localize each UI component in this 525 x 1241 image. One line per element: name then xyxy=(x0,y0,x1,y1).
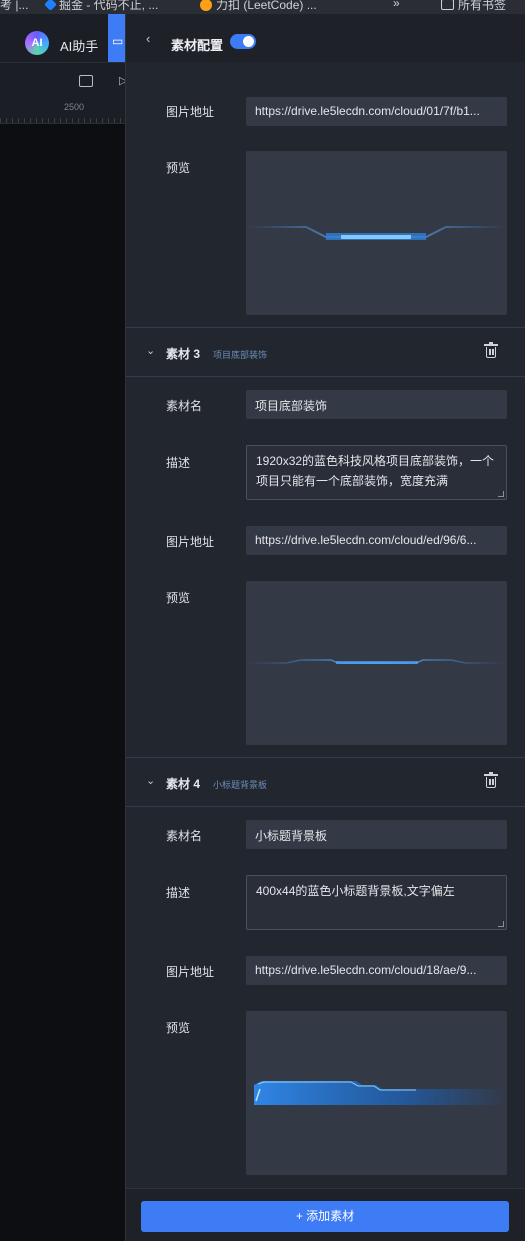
trash-icon[interactable] xyxy=(484,772,498,788)
resize-handle[interactable] xyxy=(498,491,504,497)
subtitle-background-graphic xyxy=(254,1081,507,1105)
desc-textarea[interactable]: 400x44的蓝色小标题背景板,文字偏左 xyxy=(246,875,507,930)
preview-label: 预览 xyxy=(166,1021,191,1035)
preview-label: 预览 xyxy=(166,591,191,605)
material-section-3[interactable]: ⌄ 素材 3 项目底部装饰 xyxy=(126,327,525,377)
name-input[interactable]: 项目底部装饰 xyxy=(246,390,507,419)
enable-toggle[interactable] xyxy=(230,34,256,49)
frame-icon[interactable] xyxy=(79,75,93,87)
material-section-4[interactable]: ⌄ 素材 4 小标题背景板 xyxy=(126,757,525,807)
preview-label: 预览 xyxy=(166,161,191,175)
bookmark-label: 掘金 - 代码不止, ... xyxy=(59,0,159,12)
ruler-label: 2500 xyxy=(64,102,85,112)
desc-textarea[interactable]: 1920x32的蓝色科技风格项目底部装饰，一个项目只能有一个底部装饰，宽度充满 xyxy=(246,445,507,500)
horizontal-ruler xyxy=(0,102,125,124)
section-subtitle: 项目底部装饰 xyxy=(213,350,268,360)
desc-text: 400x44的蓝色小标题背景板,文字偏左 xyxy=(256,884,455,898)
bookmark-label: 力扣 (LeetCode) ... xyxy=(216,0,317,12)
bookmark-juejin[interactable]: 掘金 - 代码不止, ... xyxy=(44,0,159,13)
desc-label: 描述 xyxy=(166,886,191,900)
resize-handle[interactable] xyxy=(498,921,504,927)
bookmarks-bar: 考 |... 掘金 - 代码不止, ... 力扣 (LeetCode) ... … xyxy=(0,0,525,14)
image-url-input[interactable]: https://drive.le5lecdn.com/cloud/ed/96/6… xyxy=(246,526,507,555)
image-url-label: 图片地址 xyxy=(166,535,215,549)
name-label: 素材名 xyxy=(166,829,203,843)
bookmark-all[interactable]: 所有书签 xyxy=(441,0,506,13)
editor-canvas[interactable] xyxy=(0,124,125,1241)
folder-icon xyxy=(441,0,454,10)
app-window: 考 |... 掘金 - 代码不止, ... 力扣 (LeetCode) ... … xyxy=(0,0,525,1241)
preview-image xyxy=(246,151,507,315)
material-config-panel: 图片地址 https://drive.le5lecdn.com/cloud/01… xyxy=(125,14,525,1241)
bookmark-item[interactable]: 考 |... xyxy=(0,0,28,13)
name-input[interactable]: 小标题背景板 xyxy=(246,820,507,849)
bottom-decoration-graphic xyxy=(246,226,507,240)
ai-assistant-icon[interactable]: AI xyxy=(25,31,49,55)
section-title: 素材 4 xyxy=(166,777,201,791)
desc-label: 描述 xyxy=(166,456,191,470)
panel-footer: + 添加素材 xyxy=(126,1188,525,1241)
image-url-input[interactable]: https://drive.le5lecdn.com/cloud/18/ae/9… xyxy=(246,956,507,985)
image-url-label: 图片地址 xyxy=(166,965,215,979)
preview-image xyxy=(246,581,507,745)
editor-toolbar: ▷ xyxy=(0,62,127,102)
back-chevron-icon[interactable]: ‹ xyxy=(146,31,150,46)
app-header: AI AI助手 xyxy=(0,14,125,62)
chevron-down-icon[interactable]: ⌄ xyxy=(146,344,155,357)
bookmark-label: 考 |... xyxy=(0,0,29,12)
ai-logo-text: AI xyxy=(31,37,43,49)
image-url-input[interactable]: https://drive.le5lecdn.com/cloud/01/7f/b… xyxy=(246,97,507,126)
bookmark-label: 所有书签 xyxy=(458,0,507,12)
ai-assistant-label[interactable]: AI助手 xyxy=(60,36,98,55)
bottom-decoration-graphic xyxy=(246,659,507,664)
juejin-icon xyxy=(44,0,57,11)
image-url-label: 图片地址 xyxy=(166,105,215,119)
panel-title: 素材配置 xyxy=(171,38,224,53)
preview-image xyxy=(246,1011,507,1175)
monitor-tab[interactable]: ▭ xyxy=(108,14,125,62)
chevron-down-icon[interactable]: ⌄ xyxy=(146,774,155,787)
leetcode-icon xyxy=(200,0,212,11)
bookmarks-overflow-button[interactable]: » xyxy=(393,0,400,10)
bookmark-leetcode[interactable]: 力扣 (LeetCode) ... xyxy=(200,0,317,13)
overflow-icon: » xyxy=(393,0,400,10)
desc-text: 1920x32的蓝色科技风格项目底部装饰，一个项目只能有一个底部装饰，宽度充满 xyxy=(256,454,495,488)
section-title: 素材 3 xyxy=(166,347,201,361)
trash-icon[interactable] xyxy=(484,342,498,358)
add-material-button[interactable]: + 添加素材 xyxy=(141,1201,509,1232)
monitor-icon: ▭ xyxy=(112,34,124,48)
name-label: 素材名 xyxy=(166,399,203,413)
section-subtitle: 小标题背景板 xyxy=(213,780,268,790)
panel-header: ‹ 素材配置 xyxy=(126,14,525,62)
